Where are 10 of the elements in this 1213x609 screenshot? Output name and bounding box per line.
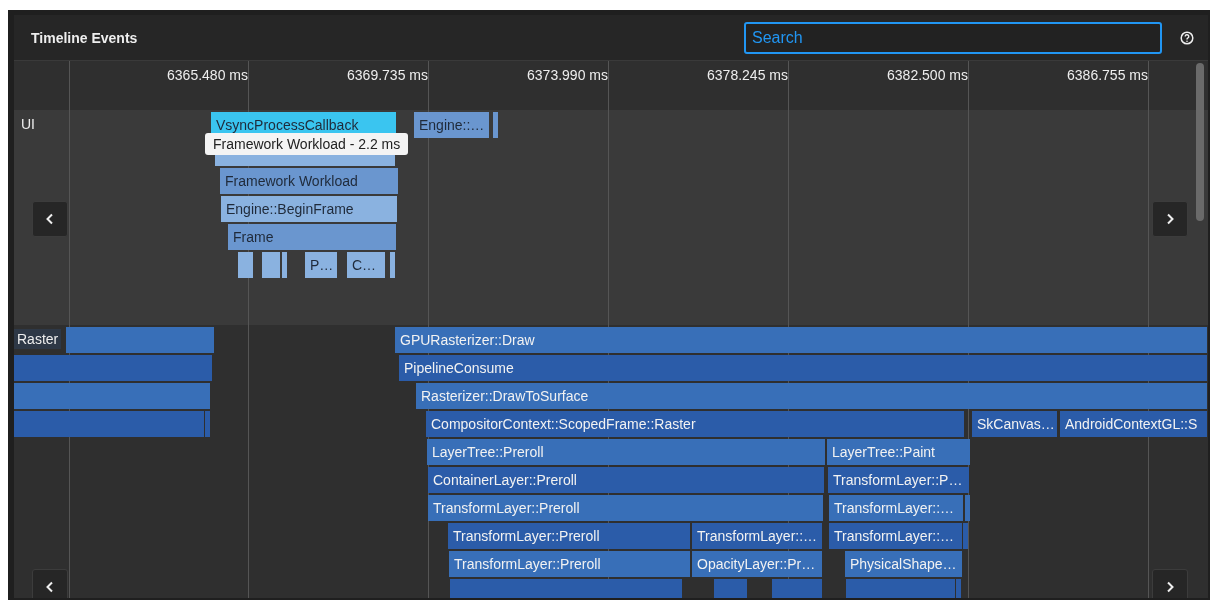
tooltip: Framework Workload - 2.2 ms — [205, 133, 409, 155]
time-label: 6373.990 ms — [526, 67, 608, 83]
time-label: 6365.480 ms — [166, 67, 248, 83]
lane-label: Raster — [14, 329, 62, 349]
panel-title: Timeline Events — [31, 29, 139, 46]
time-label: 6382.500 ms — [886, 67, 968, 83]
time-label: 6378.245 ms — [706, 67, 788, 83]
time-label: 6386.755 ms — [1066, 67, 1148, 83]
lane-label: UI — [20, 115, 36, 134]
time-label: 6369.735 ms — [346, 67, 428, 83]
